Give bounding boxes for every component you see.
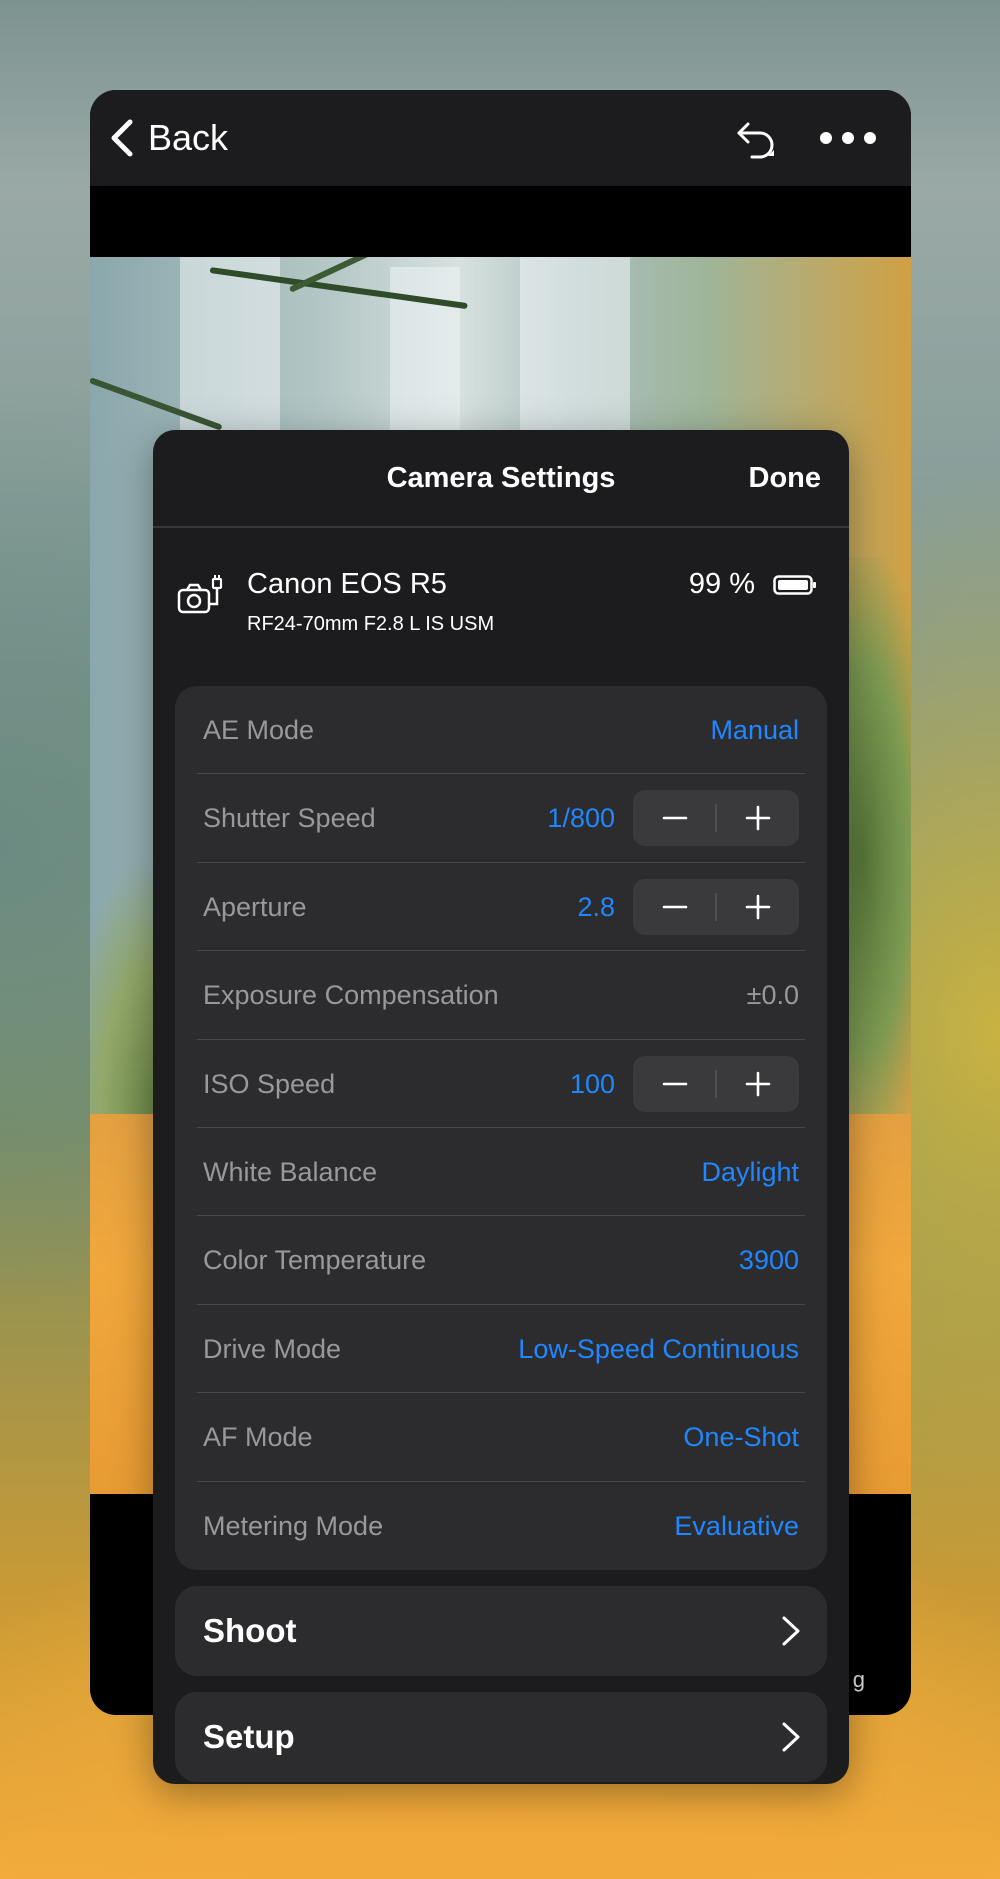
plus-icon <box>745 806 771 831</box>
plus-icon <box>745 894 771 920</box>
setting-value[interactable]: 1/800 <box>547 774 615 862</box>
more-button[interactable] <box>820 120 876 156</box>
battery-percentage: 99 % <box>688 568 755 600</box>
setting-label: Shutter Speed <box>203 803 376 834</box>
setting-value[interactable]: Manual <box>710 686 799 774</box>
setting-value[interactable]: Low-Speed Continuous <box>518 1305 799 1393</box>
setting-iso-speed: ISO Speed 100 <box>197 1040 805 1129</box>
undo-icon[interactable] <box>734 116 780 162</box>
aperture-stepper <box>633 878 799 935</box>
setting-value[interactable]: 2.8 <box>577 863 615 951</box>
minus-icon <box>662 1082 688 1085</box>
sheet-header: Camera Settings Done <box>153 430 849 528</box>
decrement-button[interactable] <box>633 790 716 846</box>
increment-button[interactable] <box>716 1056 799 1112</box>
setting-white-balance[interactable]: White Balance Daylight <box>197 1128 805 1217</box>
minus-icon <box>662 817 688 820</box>
battery-icon <box>773 575 816 595</box>
camera-name: Canon EOS R5 <box>247 568 447 600</box>
camera-settings-sheet: Camera Settings Done Canon EOS R5 RF24-7… <box>153 430 849 1784</box>
back-button[interactable]: Back <box>108 90 228 186</box>
setting-color-temperature[interactable]: Color Temperature 3900 <box>197 1216 805 1306</box>
decrement-button[interactable] <box>633 879 716 935</box>
background-caption: g <box>852 1667 865 1692</box>
setting-exposure-compensation: Exposure Compensation ±0.0 <box>197 951 805 1040</box>
increment-button[interactable] <box>716 879 799 935</box>
setting-ae-mode[interactable]: AE Mode Manual <box>197 686 805 775</box>
iso-stepper <box>633 1055 799 1112</box>
setting-label: AE Mode <box>203 715 315 745</box>
camera-connected-icon <box>177 575 223 614</box>
minus-icon <box>662 905 688 909</box>
chevron-right-icon <box>782 1722 800 1752</box>
more-icon <box>820 132 832 144</box>
setting-label: ISO Speed <box>203 1068 336 1099</box>
setting-value[interactable]: Evaluative <box>674 1482 799 1570</box>
setting-drive-mode[interactable]: Drive Mode Low-Speed Continuous <box>197 1305 805 1394</box>
done-button[interactable]: Done <box>749 430 822 526</box>
setting-label: White Balance <box>203 1156 378 1187</box>
plus-icon <box>745 1071 771 1096</box>
setting-value[interactable]: One-Shot <box>683 1393 799 1481</box>
chevron-left-icon <box>111 119 133 157</box>
navigation-bar: Back <box>90 90 911 186</box>
chevron-right-icon <box>782 1616 800 1646</box>
setting-value[interactable]: Daylight <box>701 1128 799 1216</box>
setting-aperture: Aperture 2.8 <box>197 863 805 952</box>
setting-shutter-speed: Shutter Speed 1/800 <box>197 774 805 864</box>
increment-button[interactable] <box>716 790 799 846</box>
back-label: Back <box>148 117 229 158</box>
setting-label: Exposure Compensation <box>203 980 499 1011</box>
shoot-label: Shoot <box>203 1612 297 1649</box>
setting-label: Color Temperature <box>203 1245 427 1276</box>
setting-metering-mode[interactable]: Metering Mode Evaluative <box>197 1482 805 1570</box>
setting-label: Metering Mode <box>203 1510 384 1541</box>
shutter-speed-stepper <box>633 790 799 847</box>
settings-list: AE Mode Manual Shutter Speed 1/800 Apert… <box>175 686 827 1570</box>
setup-label: Setup <box>203 1718 295 1755</box>
decrement-button[interactable] <box>633 1056 716 1112</box>
setting-label: Aperture <box>203 891 307 922</box>
setting-value: ±0.0 <box>746 980 799 1011</box>
shoot-menu-item[interactable]: Shoot <box>175 1586 827 1676</box>
setting-value[interactable]: 3900 <box>739 1216 799 1304</box>
setting-label: Drive Mode <box>203 1333 342 1364</box>
device-info: Canon EOS R5 RF24-70mm F2.8 L IS USM 99 … <box>153 528 849 668</box>
setting-label: AF Mode <box>203 1422 313 1453</box>
sheet-title: Camera Settings <box>386 462 616 494</box>
setting-value[interactable]: 100 <box>570 1040 615 1128</box>
setting-af-mode[interactable]: AF Mode One-Shot <box>197 1393 805 1482</box>
lens-name: RF24-70mm F2.8 L IS USM <box>247 613 495 635</box>
setup-menu-item[interactable]: Setup <box>175 1692 827 1782</box>
